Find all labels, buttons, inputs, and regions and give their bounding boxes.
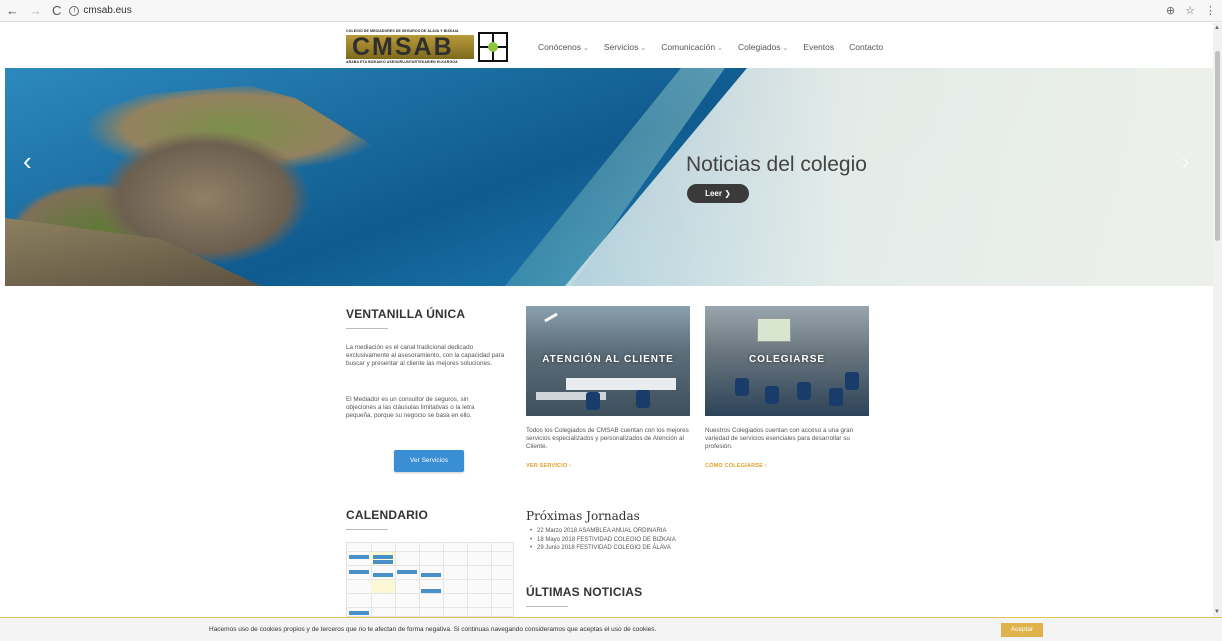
back-icon[interactable]: ← bbox=[6, 3, 19, 18]
slider-prev-icon[interactable]: ‹ bbox=[23, 148, 32, 174]
jornadas-list: 22 Marzo 2018 ASAMBLEA ANUAL ORDINARIA 1… bbox=[530, 527, 676, 553]
noticias-divider bbox=[526, 606, 568, 607]
ver-servicio-link[interactable]: VER SERVICIO › bbox=[526, 463, 571, 469]
card-label: COLEGIARSE bbox=[748, 354, 826, 365]
card-label: ATENCIÓN AL CLIENTE bbox=[542, 354, 674, 365]
menu-item-conocenos[interactable]: Conócenos ⌄ bbox=[538, 42, 589, 52]
card-image-atencion[interactable]: ATENCIÓN AL CLIENTE bbox=[526, 306, 690, 416]
accept-cookies-button[interactable]: Aceptar bbox=[1001, 623, 1043, 637]
url-text[interactable]: cmsab.eus bbox=[83, 5, 131, 16]
site-header: COLEGIO DE MEDIADORES DE SEGUROS DE ÁLAV… bbox=[0, 23, 1222, 68]
main-menu: Conócenos ⌄ Servicios ⌄ Comunicación ⌄ Cole… bbox=[538, 42, 883, 52]
slider-next-icon[interactable]: › bbox=[1181, 148, 1190, 174]
list-item: 22 Marzo 2018 ASAMBLEA ANUAL ORDINARIA bbox=[530, 527, 676, 536]
como-colegiarse-link[interactable]: CÓMO COLEGIARSE › bbox=[705, 463, 767, 469]
star-icon[interactable]: ☆ bbox=[1185, 4, 1195, 17]
browser-actions: ⊕ ☆ ⋮ bbox=[1166, 4, 1216, 17]
card-text-atencion: Todos los Colegiados de CMSAB cuentan co… bbox=[526, 427, 689, 451]
menu-item-contacto[interactable]: Contacto bbox=[849, 42, 883, 52]
ventanilla-paragraph-2: El Mediador es un consultor de seguros, … bbox=[346, 396, 475, 420]
room-screen-image bbox=[757, 318, 791, 342]
zoom-icon[interactable]: ⊕ bbox=[1166, 4, 1175, 17]
menu-item-colegiados[interactable]: Colegiados ⌄ bbox=[738, 42, 788, 52]
info-icon[interactable]: i bbox=[69, 5, 80, 16]
jornadas-title: Próximas Jornadas bbox=[526, 509, 640, 523]
logo-wordmark-box: CMSAB bbox=[346, 33, 474, 61]
ventanilla-title: VENTANILLA ÚNICA bbox=[346, 307, 466, 321]
logo-bottom-line: ARABA ETA BIZKAIKO ASEGURU-BITARTEKARIEN… bbox=[346, 60, 458, 64]
browser-menu-icon[interactable]: ⋮ bbox=[1205, 4, 1216, 17]
menu-item-servicios[interactable]: Servicios ⌄ bbox=[604, 42, 646, 52]
calendario-title: CALENDARIO bbox=[346, 508, 428, 522]
browser-nav: ← → C bbox=[6, 3, 61, 18]
reload-icon[interactable]: C bbox=[52, 3, 61, 18]
card-image-colegiarse[interactable]: COLEGIARSE bbox=[705, 306, 869, 416]
ventanilla-paragraph-1: La mediación es el canal tradicional ded… bbox=[346, 344, 505, 368]
menu-item-comunicacion[interactable]: Comunicación ⌄ bbox=[661, 42, 723, 52]
chevron-down-icon: ⌄ bbox=[640, 45, 647, 52]
scroll-down-icon[interactable]: ▼ bbox=[1214, 609, 1220, 615]
logo-mark-icon bbox=[478, 32, 508, 62]
scroll-up-icon[interactable]: ▲ bbox=[1214, 25, 1220, 31]
calendar-widget[interactable] bbox=[346, 542, 514, 617]
chevron-down-icon: ⌄ bbox=[583, 45, 589, 52]
list-item: 18 Mayo 2018 FESTIVIDAD COLEGIO DE BIZKA… bbox=[530, 536, 676, 545]
menu-item-eventos[interactable]: Eventos bbox=[803, 42, 834, 52]
chevron-down-icon: ⌄ bbox=[782, 45, 789, 52]
hero-read-button[interactable]: Leer ❯ bbox=[687, 184, 749, 203]
scrollbar-thumb[interactable] bbox=[1215, 51, 1220, 241]
chevron-down-icon: ⌄ bbox=[717, 45, 723, 52]
forward-icon[interactable]: → bbox=[29, 3, 42, 18]
logo-wordmark: CMSAB bbox=[352, 33, 454, 61]
cookie-message: Hacemos uso de cookies propios y de terc… bbox=[209, 626, 657, 633]
ver-servicios-button[interactable]: Ver Servicios bbox=[394, 450, 464, 472]
ventanilla-divider bbox=[346, 328, 388, 329]
scrollbar[interactable]: ▲ ▼ bbox=[1213, 23, 1222, 617]
address-bar[interactable]: i cmsab.eus bbox=[69, 5, 132, 16]
browser-toolbar: ← → C i cmsab.eus ⊕ ☆ ⋮ bbox=[0, 0, 1222, 22]
list-item: 29 Junio 2018 FESTIVIDAD COLEGIO DE ÁLAV… bbox=[530, 544, 676, 553]
card-text-colegiarse: Nuestros Colegiados cuentan con acceso a… bbox=[705, 427, 854, 451]
hero-slider: ‹ › Noticias del colegio Leer ❯ bbox=[5, 68, 1217, 286]
cookie-banner: Hacemos uso de cookies propios y de terc… bbox=[0, 617, 1222, 641]
site-logo[interactable]: COLEGIO DE MEDIADORES DE SEGUROS DE ÁLAV… bbox=[346, 29, 511, 65]
calendario-divider bbox=[346, 529, 388, 530]
noticias-title: ÚLTIMAS NOTICIAS bbox=[526, 585, 643, 599]
hero-title: Noticias del colegio bbox=[686, 153, 867, 176]
